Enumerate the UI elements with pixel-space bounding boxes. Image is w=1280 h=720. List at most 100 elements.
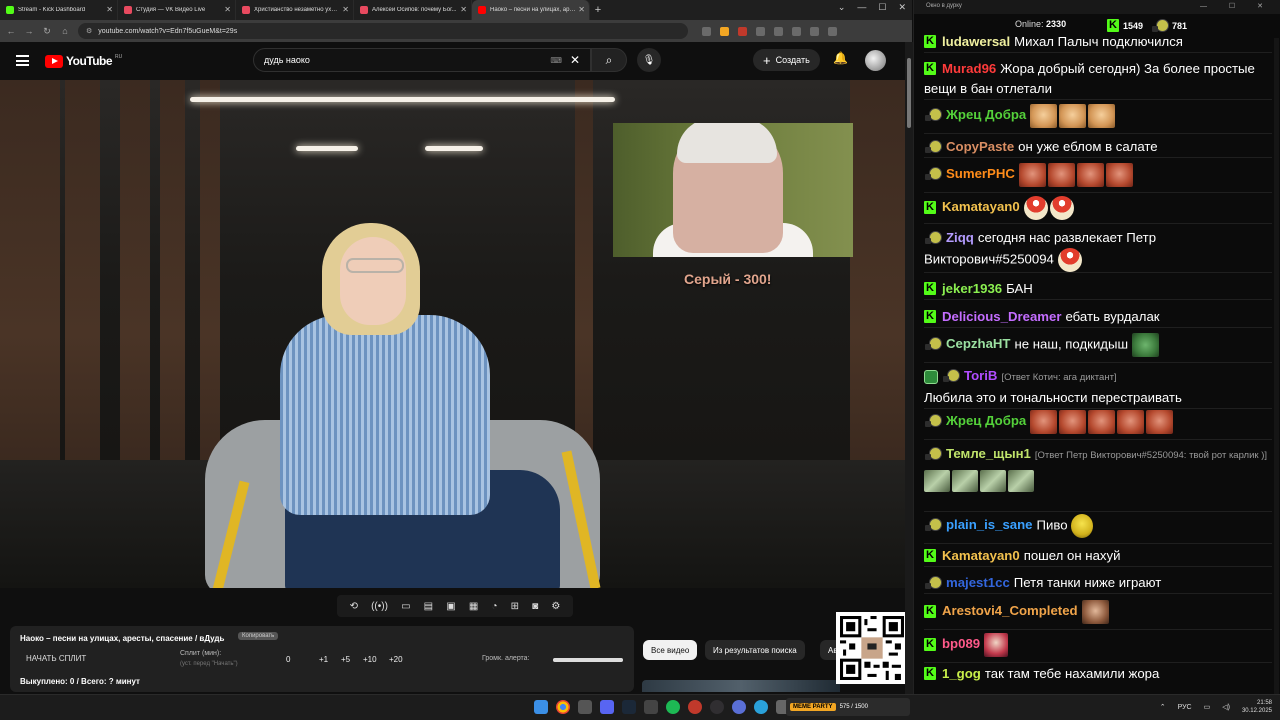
scrollbar-thumb[interactable] xyxy=(907,58,911,128)
app-icon[interactable] xyxy=(644,700,658,714)
chat-nick[interactable]: bp089 xyxy=(942,636,980,651)
voice-search-button[interactable]: 🎙 xyxy=(637,48,661,72)
dropdown-icon[interactable]: ⌄ xyxy=(838,2,846,13)
extension-icon[interactable] xyxy=(756,26,765,36)
add-minutes-button[interactable]: +5 xyxy=(341,655,350,664)
scrollbar[interactable] xyxy=(1274,38,1279,694)
chat-nick[interactable]: CepzhaHT xyxy=(946,336,1010,351)
close-icon[interactable]: ✕ xyxy=(106,5,113,14)
telegram-icon[interactable] xyxy=(754,700,768,714)
film-icon[interactable]: ▦ xyxy=(469,601,478,612)
steam-icon[interactable] xyxy=(622,700,636,714)
home-icon[interactable]: ⌂ xyxy=(60,26,70,36)
alert-volume-slider[interactable] xyxy=(553,658,623,662)
extension-icon[interactable] xyxy=(720,26,729,36)
search-input[interactable]: дудь наоко ⌨ ✕ xyxy=(253,48,591,72)
add-minutes-button[interactable]: +1 xyxy=(319,655,328,664)
clear-icon[interactable]: ✕ xyxy=(570,53,580,67)
search-button[interactable]: ⌕ xyxy=(591,48,627,72)
browser-tab[interactable]: Алексей Осипов: почему Бог... ✕ xyxy=(354,0,472,20)
menu-icon[interactable] xyxy=(828,26,837,36)
keyboard-icon[interactable]: ⌨ xyxy=(550,56,562,65)
chat-nick[interactable]: majest1cc xyxy=(946,575,1010,590)
download-icon[interactable] xyxy=(792,26,801,36)
loop-icon[interactable]: ⟲ xyxy=(350,601,358,612)
browser-tab[interactable]: Stream - Kick Dashboard ✕ xyxy=(0,0,118,20)
spotify-icon[interactable] xyxy=(666,700,680,714)
browser-tab[interactable]: Студия — VK Видео Live ✕ xyxy=(118,0,236,20)
add-clip-icon[interactable]: ⊞ xyxy=(511,601,519,612)
minimize-icon[interactable]: — xyxy=(857,2,866,13)
chat-nick[interactable]: Темле_щын1 xyxy=(946,446,1031,461)
clock[interactable]: 21:58 30.12.2025 xyxy=(1242,699,1272,715)
chat-nick[interactable]: Kamatayan0 xyxy=(942,199,1020,214)
close-icon[interactable]: ✕ xyxy=(460,5,467,14)
chat-nick[interactable]: Жрец Добра xyxy=(946,107,1026,122)
chat-nick[interactable]: Kamatayan0 xyxy=(942,548,1020,563)
chrome-icon[interactable] xyxy=(556,700,570,714)
screenshot-icon[interactable]: ◙ xyxy=(532,601,538,612)
window-controls[interactable]: — ☐ ✕ xyxy=(1200,2,1273,10)
chat-nick[interactable]: Murad96 xyxy=(942,61,996,76)
video-player[interactable]: Серый - 300! xyxy=(0,80,905,588)
browser-tab[interactable]: Христианство незаметно уход... ✕ xyxy=(236,0,354,20)
extension-icon[interactable] xyxy=(702,26,711,36)
url-field[interactable]: ⚙ youtube.com/watch?v=Edn7f5uGueM&t=29s xyxy=(78,23,688,39)
close-icon[interactable]: ✕ xyxy=(898,2,906,13)
maximize-icon[interactable]: ☐ xyxy=(878,2,886,13)
broadcast-icon[interactable]: ((•)) xyxy=(371,601,388,612)
chat-nick[interactable]: 1_gog xyxy=(942,666,981,681)
add-minutes-button[interactable]: +20 xyxy=(389,655,403,664)
picture-in-picture-icon[interactable]: ▣ xyxy=(446,601,455,612)
scrollbar[interactable] xyxy=(905,42,913,694)
chat-nick[interactable]: ToriB xyxy=(964,368,997,383)
extension-icon[interactable] xyxy=(774,26,783,36)
chat-nick[interactable]: Жрец Добра xyxy=(946,413,1026,428)
start-icon[interactable] xyxy=(534,700,548,714)
close-icon[interactable]: ✕ xyxy=(224,5,231,14)
chat-nick[interactable]: CopyPaste xyxy=(946,139,1014,154)
avatar[interactable] xyxy=(865,50,886,71)
clapper-icon[interactable]: ▤ xyxy=(424,601,433,612)
app-icon[interactable] xyxy=(578,700,592,714)
player-icon[interactable] xyxy=(732,700,746,714)
browser-tab-active[interactable]: Наоко – песни на улицах, арес... ✕ xyxy=(472,0,590,20)
gear-icon[interactable]: ⚙ xyxy=(551,601,560,612)
chat-nick[interactable]: plain_is_sane xyxy=(946,517,1033,532)
create-button[interactable]: + Создать xyxy=(753,49,820,71)
meme-party-widget[interactable]: MEME PARTY 575 / 1500 xyxy=(786,698,910,716)
chip-all-videos[interactable]: Все видео xyxy=(643,640,698,660)
site-info-icon[interactable]: ⚙ xyxy=(86,27,92,35)
cast-icon[interactable]: ▭ xyxy=(401,601,410,612)
youtube-logo[interactable]: YouTube RU xyxy=(45,54,122,68)
discord-icon[interactable] xyxy=(600,700,614,714)
split-value[interactable]: 0 xyxy=(286,655,290,664)
chat-nick[interactable]: SumerPHC xyxy=(946,166,1015,181)
volume-icon[interactable]: ◁) xyxy=(1222,703,1230,711)
menu-icon[interactable] xyxy=(16,55,29,66)
close-icon[interactable]: ✕ xyxy=(578,5,585,14)
language-indicator[interactable]: РУС xyxy=(1178,704,1192,711)
reload-icon[interactable]: ↻ xyxy=(42,26,52,37)
tray-chevron-icon[interactable]: ⌃ xyxy=(1160,703,1166,711)
back-icon[interactable]: ← xyxy=(6,26,16,36)
notifications-icon[interactable]: 🔔 xyxy=(833,51,848,65)
start-split-button[interactable]: НАЧАТЬ СПЛИТ xyxy=(26,654,86,663)
chat-nick[interactable]: Arestovi4_Completed xyxy=(942,603,1078,618)
add-minutes-button[interactable]: +10 xyxy=(363,655,377,664)
extension-icon[interactable] xyxy=(738,26,747,36)
copy-button[interactable]: Копировать xyxy=(238,632,279,640)
app-icon[interactable] xyxy=(688,700,702,714)
recommended-thumbnail[interactable] xyxy=(642,680,840,692)
new-tab-icon[interactable]: + xyxy=(590,4,606,16)
chat-nick[interactable]: Ziqq xyxy=(946,230,974,245)
speed-icon[interactable]: ◔ xyxy=(491,601,497,612)
chat-nick[interactable]: jeker1936 xyxy=(942,281,1002,296)
close-icon[interactable]: ✕ xyxy=(342,5,349,14)
forward-icon[interactable]: → xyxy=(24,26,34,36)
network-icon[interactable]: ▭ xyxy=(1204,703,1211,711)
obs-icon[interactable] xyxy=(710,700,724,714)
profile-icon[interactable] xyxy=(810,26,819,36)
chat-nick[interactable]: ludawersal xyxy=(942,34,1010,49)
chat-nick[interactable]: Delicious_Dreamer xyxy=(942,309,1061,324)
